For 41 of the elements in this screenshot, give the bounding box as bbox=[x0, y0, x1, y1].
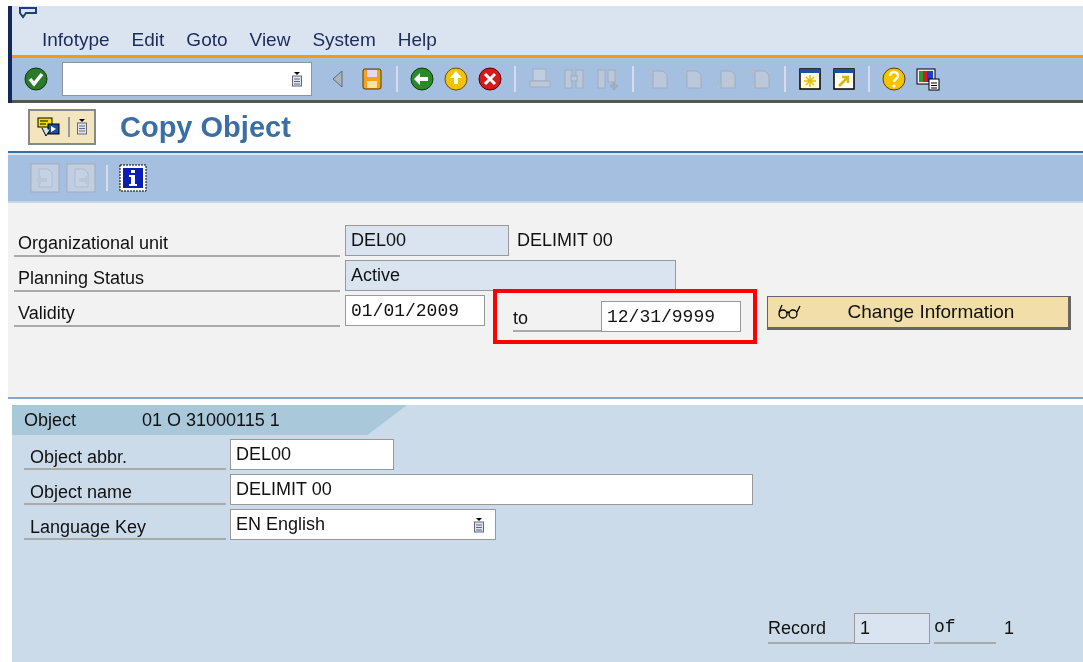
input-field[interactable]: DELIMIT 00 bbox=[230, 474, 753, 505]
layout-icon[interactable] bbox=[914, 65, 942, 93]
enter-icon[interactable] bbox=[22, 65, 50, 93]
field-label: Organizational unit bbox=[14, 224, 340, 257]
language-dropdown[interactable]: EN English bbox=[230, 509, 496, 540]
menu-item[interactable]: System bbox=[312, 29, 376, 51]
dropdown-icon[interactable] bbox=[76, 118, 88, 136]
menu-item[interactable]: Help bbox=[397, 29, 437, 51]
field-label: Language Key bbox=[24, 509, 226, 540]
record-field[interactable]: 1 bbox=[854, 612, 930, 644]
menu-item[interactable]: View bbox=[249, 29, 291, 51]
field-label: Object abbr. bbox=[24, 439, 226, 470]
input-field[interactable]: DEL00 bbox=[230, 439, 394, 470]
change-information-button[interactable]: Change Information bbox=[767, 295, 1071, 330]
dropdown-icon[interactable] bbox=[473, 516, 485, 533]
menu-item[interactable]: Edit bbox=[131, 29, 165, 51]
command-field[interactable] bbox=[62, 62, 312, 96]
menu-item[interactable]: Goto bbox=[186, 29, 228, 51]
help-icon[interactable] bbox=[880, 65, 908, 93]
org-unit-field: DEL00 bbox=[345, 225, 509, 256]
object-tab[interactable]: Object 01 O 31000115 1 bbox=[12, 405, 407, 435]
field-label: Object name bbox=[24, 474, 226, 505]
info-icon[interactable] bbox=[118, 163, 148, 193]
date-field[interactable]: 12/31/9999 bbox=[601, 301, 741, 332]
back-icon[interactable] bbox=[408, 65, 436, 93]
dropdown-icon[interactable] bbox=[291, 71, 303, 87]
planning-status-field: Active bbox=[345, 260, 676, 291]
record-total: 1 bbox=[1004, 617, 1014, 639]
cancel-icon[interactable] bbox=[476, 65, 504, 93]
screen-title: Copy Object bbox=[120, 110, 291, 144]
date-field[interactable]: 01/01/2009 bbox=[345, 295, 485, 326]
exit-icon[interactable] bbox=[442, 65, 470, 93]
field-label: Planning Status bbox=[14, 259, 340, 292]
title-button-group[interactable] bbox=[28, 109, 96, 145]
field-label: Validity bbox=[14, 294, 340, 327]
shortcut-icon[interactable] bbox=[830, 65, 858, 93]
new-session-icon[interactable] bbox=[796, 65, 824, 93]
of-label: of bbox=[934, 612, 996, 644]
menu-item[interactable]: Infotype bbox=[42, 29, 110, 51]
glasses-icon bbox=[776, 302, 802, 321]
org-unit-description: DELIMIT 00 bbox=[517, 230, 613, 251]
